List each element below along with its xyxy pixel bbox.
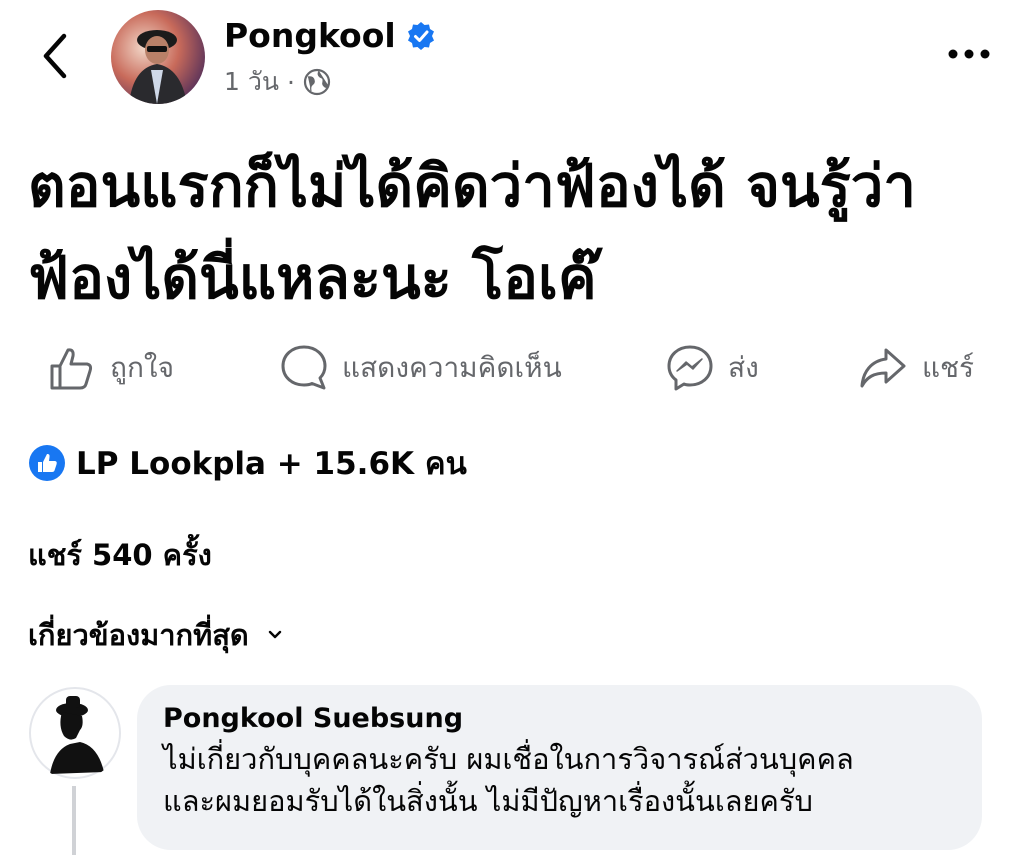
like-label: ถูกใจ (110, 351, 174, 384)
comment-text: ไม่เกี่ยวกับบุคคลนะครับ ผมเชื่อในการวิจา… (163, 738, 956, 822)
more-options-icon[interactable] (944, 36, 994, 72)
meta-separator: · (286, 67, 295, 97)
like-reaction-icon (29, 445, 65, 481)
share-button[interactable]: แชร์ (858, 336, 974, 400)
comment-text-line: ไม่เกี่ยวกับบุคคลนะครับ ผมเชื่อในการวิจา… (163, 742, 854, 776)
globe-icon (303, 68, 331, 96)
avatar-photo (111, 10, 205, 104)
author-name[interactable]: Pongkool (224, 16, 396, 55)
post-time[interactable]: 1 วัน (224, 62, 279, 102)
post-text-line: ตอนแรกก็ไม่ได้คิดว่าฟ้องได้ จนรู้ว่า (28, 152, 916, 220)
back-icon[interactable] (30, 28, 80, 84)
avatar-silhouette (29, 687, 121, 779)
shares-count[interactable]: แชร์ 540 ครั้ง (28, 532, 212, 578)
commenter-avatar[interactable] (28, 686, 122, 780)
post-text: ตอนแรกก็ไม่ได้คิดว่าฟ้องได้ จนรู้ว่า ฟ้อ… (28, 140, 988, 324)
author-avatar[interactable] (111, 10, 205, 104)
reply-thread-line (72, 786, 76, 855)
share-arrow-icon (860, 348, 906, 388)
sort-label: เกี่ยวข้องมากที่สุด (28, 618, 249, 652)
like-button[interactable]: ถูกใจ (48, 336, 174, 400)
comment-button[interactable]: แสดงความคิดเห็น (280, 336, 562, 400)
share-label: แชร์ (922, 351, 975, 384)
comment-sort-dropdown[interactable]: เกี่ยวข้องมากที่สุด (28, 612, 283, 658)
post-text-line: ฟ้องได้นี่แหละนะ โอเค๊ (28, 244, 597, 312)
chevron-down-icon (268, 630, 281, 639)
comment-author[interactable]: Pongkool Suebsung (163, 703, 956, 734)
verified-badge-icon (407, 21, 434, 50)
comment-label: แสดงความคิดเห็น (342, 351, 562, 384)
comment-bubble[interactable]: Pongkool Suebsung ไม่เกี่ยวกับบุคคลนะครั… (137, 685, 982, 850)
thumbs-up-icon (50, 348, 93, 390)
comment-bubble-icon (281, 345, 327, 390)
send-label: ส่ง (728, 351, 759, 384)
send-button[interactable]: ส่ง (666, 336, 759, 400)
messenger-icon (667, 345, 713, 391)
reactions-summary[interactable]: LP Lookpla + 15.6K คน (28, 438, 467, 488)
reactions-text: LP Lookpla + 15.6K คน (76, 446, 467, 482)
comment-text-line: และผมยอมรับได้ในสิ่งนั้น ไม่มีปัญหาเรื่อ… (163, 784, 813, 818)
